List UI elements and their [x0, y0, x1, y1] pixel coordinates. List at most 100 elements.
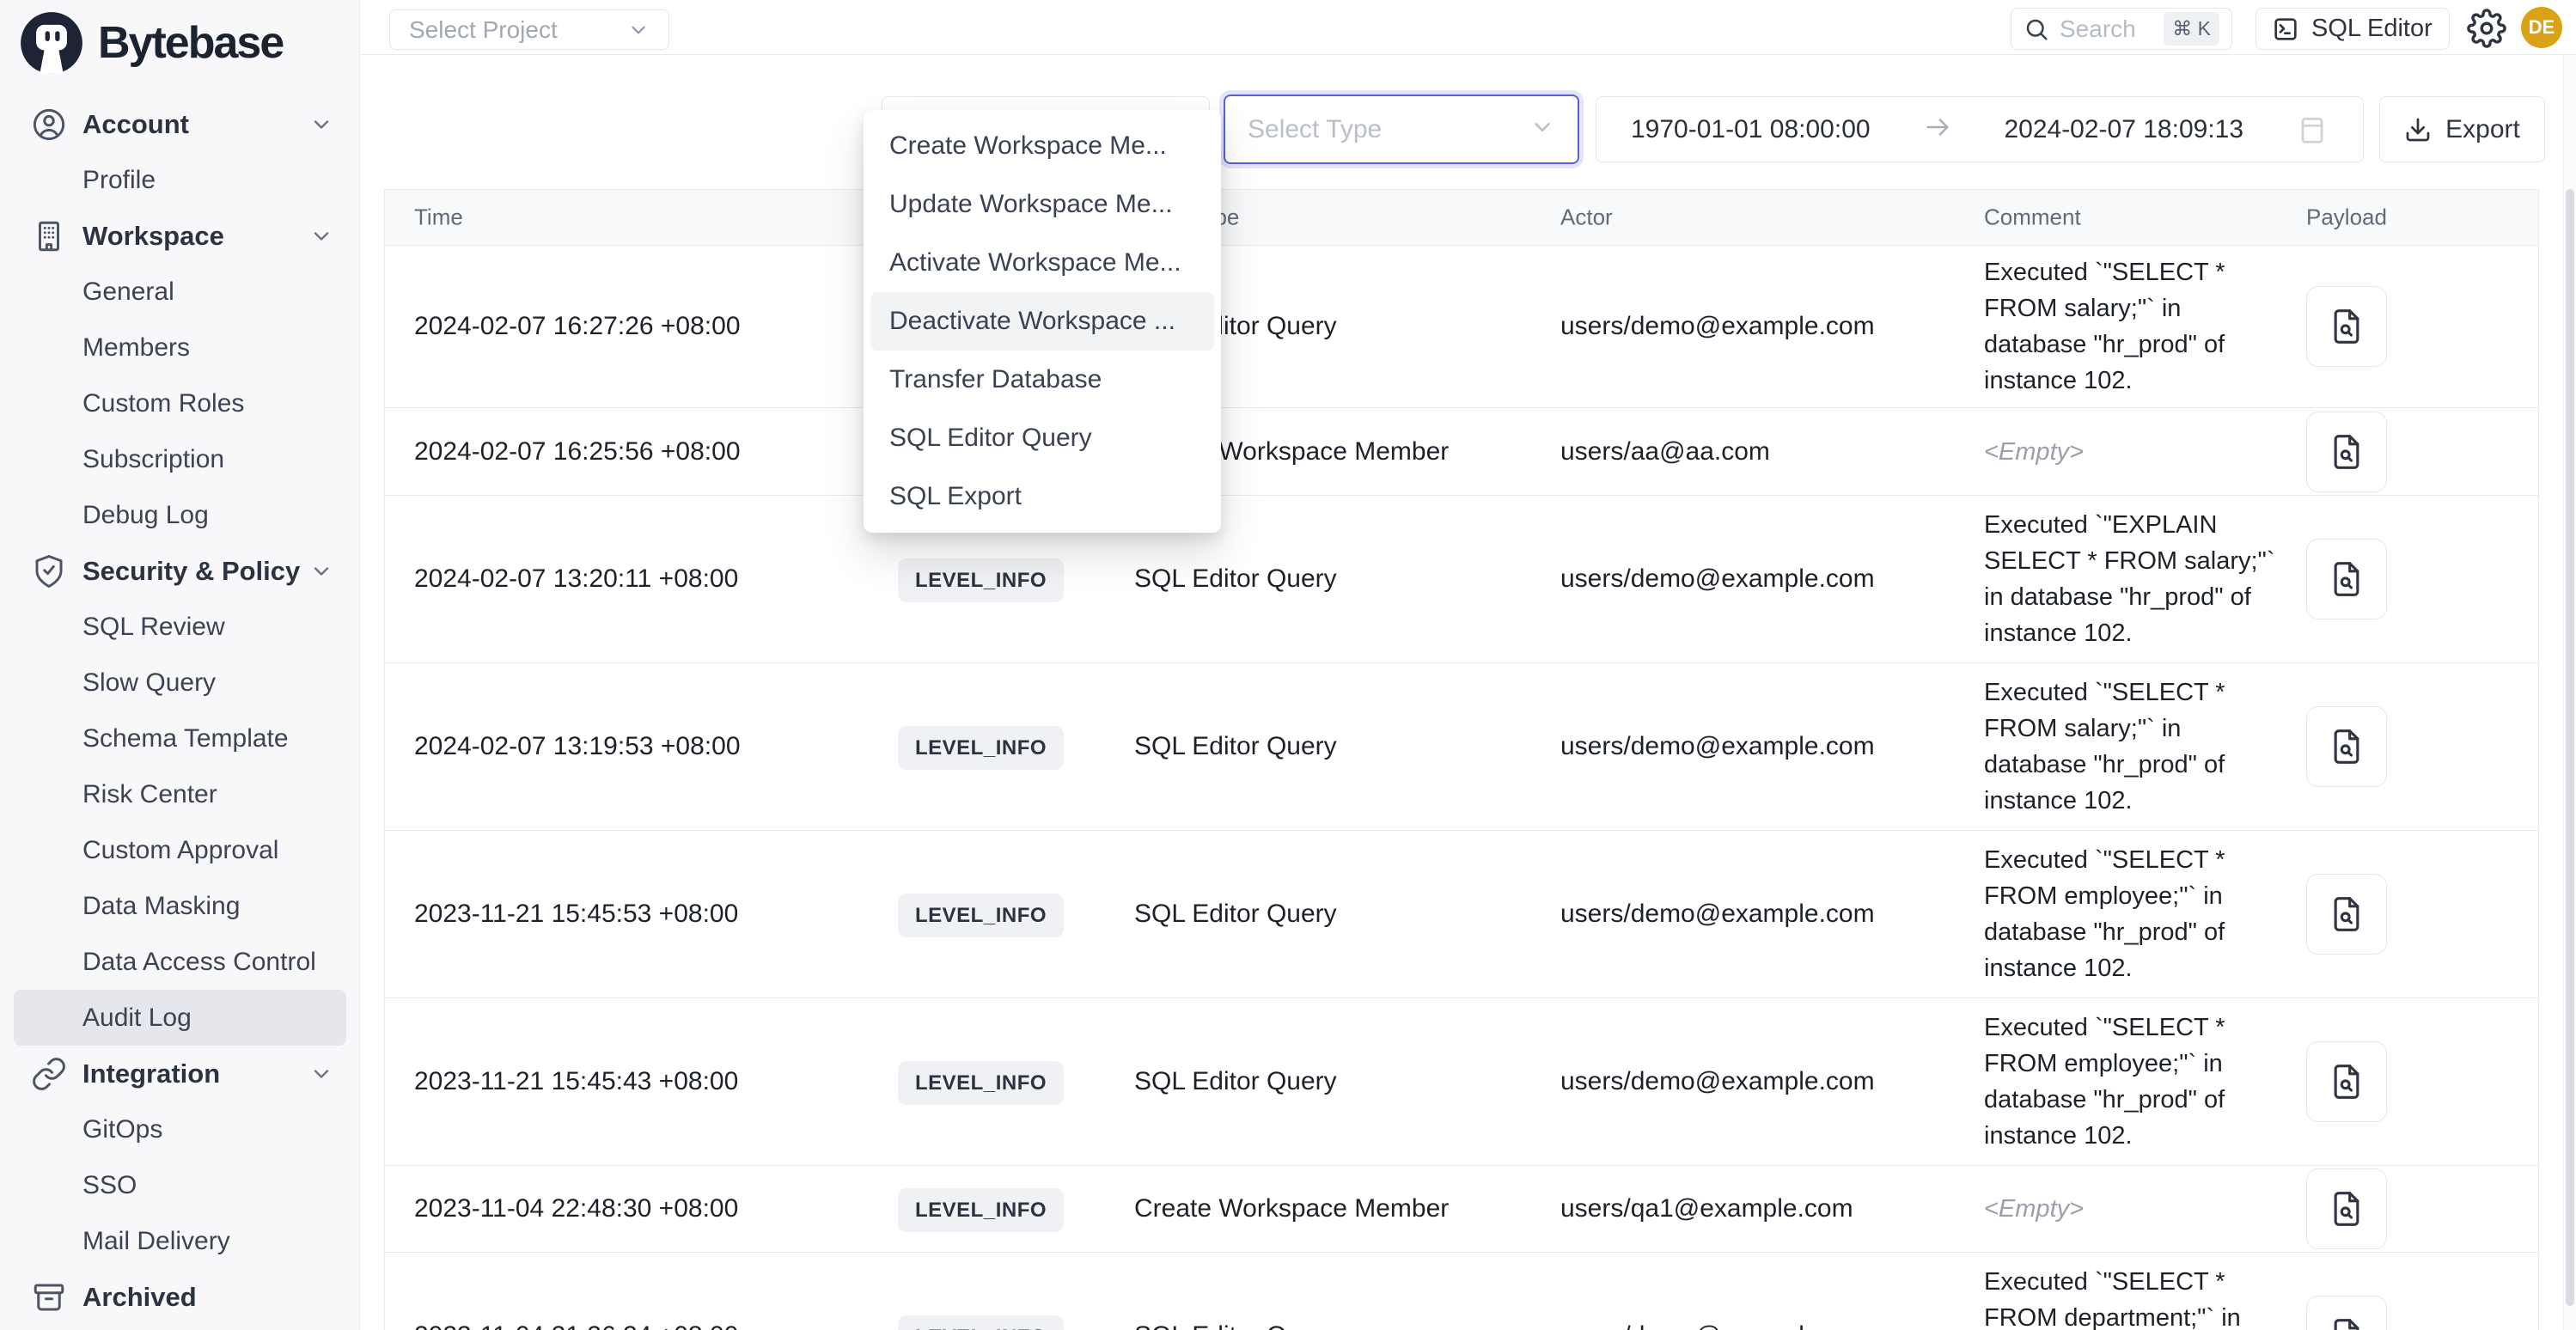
- cell-actor: users/demo@example.com: [1560, 732, 1875, 761]
- column-header-comment: Comment: [1984, 204, 2081, 231]
- column-header-payload: Payload: [2306, 204, 2387, 231]
- chevron-down-icon: [309, 224, 333, 248]
- cell-comment: <Empty>: [1984, 1191, 2304, 1227]
- cell-time: 2024-02-07 16:25:56 +08:00: [414, 437, 741, 467]
- sidebar-section-account[interactable]: Account: [0, 96, 359, 152]
- sidebar-item-sql-review[interactable]: SQL Review: [0, 599, 359, 655]
- sidebar-item-label: Slow Query: [82, 668, 216, 698]
- type-filter-select[interactable]: Select Type: [1224, 95, 1579, 164]
- comment-line: Executed `"SELECT *: [1984, 1264, 2304, 1300]
- comment-line: FROM employee;"` in: [1984, 1046, 2304, 1082]
- sidebar-item-subscription[interactable]: Subscription: [0, 431, 359, 487]
- menu-item-create-workspace-me[interactable]: Create Workspace Me...: [870, 117, 1214, 175]
- sidebar-item-slow-query[interactable]: Slow Query: [0, 655, 359, 711]
- calendar-icon[interactable]: [2296, 113, 2329, 146]
- sidebar-item-label: General: [82, 278, 174, 307]
- payload-view-button[interactable]: [2306, 874, 2387, 955]
- audit-level-badge: LEVEL_INFO: [898, 1315, 1064, 1330]
- sidebar-item-label: Profile: [82, 166, 156, 195]
- sidebar-section-security-policy[interactable]: Security & Policy: [0, 543, 359, 599]
- comment-line: FROM employee;"` in: [1984, 878, 2304, 914]
- cell-actor: users/demo@example.com: [1560, 900, 1875, 929]
- comment-line: database "hr_prod" of: [1984, 326, 2304, 363]
- scrollbar-thumb[interactable]: [2566, 189, 2574, 1306]
- bytebase-app: Bytebase AccountProfileWorkspaceGeneralM…: [0, 0, 2576, 1330]
- payload-view-button[interactable]: [2306, 412, 2387, 492]
- sidebar-item-label: Debug Log: [82, 501, 209, 530]
- sidebar-item-members[interactable]: Members: [0, 320, 359, 375]
- sidebar-item-data-masking[interactable]: Data Masking: [0, 878, 359, 934]
- sql-editor-button[interactable]: SQL Editor: [2256, 8, 2450, 50]
- table-header: TimeAudit LevelAudit TypeActorCommentPay…: [385, 190, 2538, 246]
- sidebar-item-data-access-control[interactable]: Data Access Control: [0, 934, 359, 990]
- cell-actor: users/demo@example.com: [1560, 564, 1875, 594]
- cell-audit-type: SQL Editor Query: [1134, 564, 1337, 594]
- terminal-icon: [2272, 15, 2299, 43]
- cell-actor: users/demo@example.com: [1560, 1067, 1875, 1096]
- sidebar-item-profile[interactable]: Profile: [0, 152, 359, 208]
- avatar[interactable]: DE: [2521, 7, 2562, 48]
- cell-audit-level: LEVEL_INFO: [898, 1194, 1064, 1223]
- date-end-value: 2024-02-07 18:09:13: [2004, 115, 2243, 144]
- comment-line: FROM salary;"` in: [1984, 711, 2304, 747]
- project-select-button[interactable]: Select Project: [389, 9, 669, 50]
- comment-line: Executed `"SELECT *: [1984, 1010, 2304, 1046]
- sidebar-item-audit-log[interactable]: Audit Log: [14, 990, 346, 1046]
- type-filter-placeholder: Select Type: [1248, 115, 1382, 144]
- menu-item-sql-export[interactable]: SQL Export: [870, 467, 1214, 526]
- sidebar-section-workspace[interactable]: Workspace: [0, 208, 359, 264]
- sidebar-item-mail-delivery[interactable]: Mail Delivery: [0, 1213, 359, 1269]
- sidebar-section-label: Archived: [82, 1282, 197, 1313]
- table-row: 2024-02-07 13:19:53 +08:00LEVEL_INFOSQL …: [385, 663, 2538, 831]
- sidebar-item-general[interactable]: General: [0, 264, 359, 320]
- sidebar-item-custom-roles[interactable]: Custom Roles: [0, 375, 359, 431]
- cell-comment: Executed `"SELECT *FROM salary;"` indata…: [1984, 674, 2304, 819]
- table-row: 2024-02-07 16:25:56 +08:00LEVEL_INFOCrea…: [385, 408, 2538, 496]
- menu-item-activate-workspace-me[interactable]: Activate Workspace Me...: [870, 234, 1214, 292]
- sidebar-item-label: Members: [82, 333, 190, 363]
- cell-time: 2023-11-21 15:45:53 +08:00: [414, 900, 738, 929]
- cell-comment: Executed `"EXPLAINSELECT * FROM salary;"…: [1984, 507, 2304, 651]
- menu-item-update-workspace-me[interactable]: Update Workspace Me...: [870, 175, 1214, 234]
- search-input[interactable]: Search ⌘ K: [2011, 8, 2232, 50]
- sidebar-item-label: SQL Review: [82, 613, 225, 642]
- sidebar-section-label: Account: [82, 109, 189, 140]
- date-range-picker[interactable]: 1970-01-01 08:00:00 2024-02-07 18:09:13: [1596, 96, 2364, 162]
- menu-item-transfer-database[interactable]: Transfer Database: [870, 351, 1214, 409]
- sidebar-item-schema-template[interactable]: Schema Template: [0, 711, 359, 766]
- payload-view-button[interactable]: [2306, 286, 2387, 367]
- sidebar-item-custom-approval[interactable]: Custom Approval: [0, 822, 359, 878]
- sidebar-item-label: Subscription: [82, 445, 224, 474]
- payload-view-button[interactable]: [2306, 1296, 2387, 1330]
- sidebar-item-gitops[interactable]: GitOps: [0, 1101, 359, 1157]
- gear-icon[interactable]: [2467, 9, 2506, 48]
- comment-line: FROM department;"` in: [1984, 1300, 2304, 1330]
- table-row: 2023-11-04 21:26:24 +08:00LEVEL_INFOSQL …: [385, 1253, 2538, 1330]
- payload-view-button[interactable]: [2306, 1041, 2387, 1122]
- comment-line: database "hr_prod" of: [1984, 1082, 2304, 1118]
- cell-time: 2024-02-07 16:27:26 +08:00: [414, 312, 741, 341]
- comment-line: Executed `"EXPLAIN: [1984, 507, 2304, 543]
- scrollbar-track: [2563, 55, 2576, 1330]
- cell-actor: users/qa1@example.com: [1560, 1194, 1853, 1223]
- sidebar-section-integration[interactable]: Integration: [0, 1046, 359, 1101]
- comment-line: instance 102.: [1984, 1118, 2304, 1154]
- sidebar-item-risk-center[interactable]: Risk Center: [0, 766, 359, 822]
- payload-view-button[interactable]: [2306, 1168, 2387, 1249]
- sidebar-item-label: GitOps: [82, 1115, 162, 1144]
- menu-item-deactivate-workspace[interactable]: Deactivate Workspace ...: [870, 292, 1214, 351]
- sidebar-item-debug-log[interactable]: Debug Log: [0, 487, 359, 543]
- link-icon: [31, 1056, 67, 1092]
- export-button[interactable]: Export: [2379, 96, 2545, 162]
- sql-editor-label: SQL Editor: [2311, 15, 2433, 43]
- sidebar-section-archived[interactable]: Archived: [0, 1269, 359, 1325]
- cell-time: 2023-11-04 22:48:30 +08:00: [414, 1194, 738, 1223]
- menu-item-sql-editor-query[interactable]: SQL Editor Query: [870, 409, 1214, 467]
- building-icon: [31, 218, 67, 254]
- payload-view-button[interactable]: [2306, 539, 2387, 619]
- comment-line: instance 102.: [1984, 783, 2304, 819]
- date-start-value: 1970-01-01 08:00:00: [1631, 115, 1871, 144]
- table-row: 2023-11-21 15:45:53 +08:00LEVEL_INFOSQL …: [385, 831, 2538, 998]
- payload-view-button[interactable]: [2306, 706, 2387, 787]
- sidebar-item-sso[interactable]: SSO: [0, 1157, 359, 1213]
